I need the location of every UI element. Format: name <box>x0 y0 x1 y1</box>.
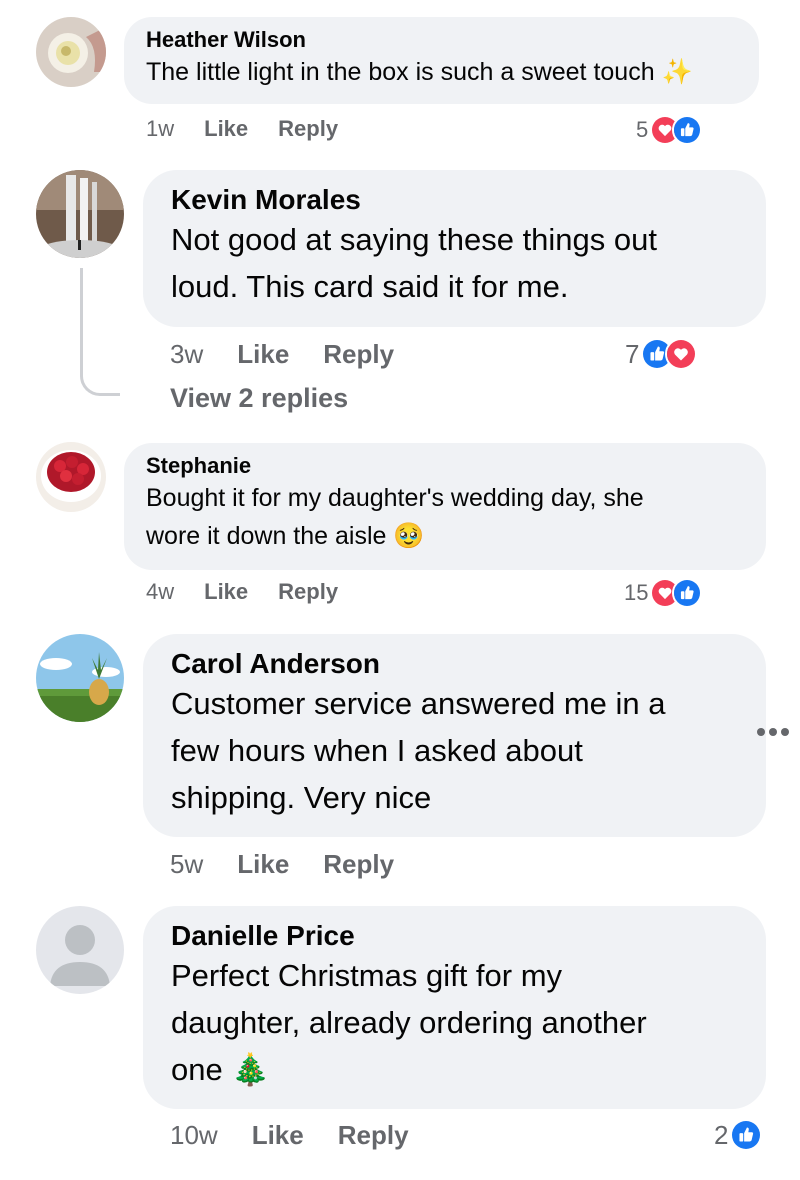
comment: Heather Wilson The little light in the b… <box>0 0 800 160</box>
reaction-count: 15 <box>624 580 649 605</box>
avatar[interactable] <box>36 17 106 87</box>
dot <box>781 728 789 736</box>
reaction-summary[interactable]: 5 <box>636 114 703 146</box>
christmas-tree-emoji: 🎄 <box>231 1052 270 1088</box>
comment: Danielle Price Perfect Christmas gift fo… <box>0 900 800 1180</box>
commenter-name[interactable]: Carol Anderson <box>171 648 738 680</box>
dot <box>757 728 765 736</box>
comment-text-line: Bought it for my daughter's wedding day,… <box>146 484 644 512</box>
dot <box>769 728 777 736</box>
comment: Carol Anderson Customer service answered… <box>0 620 800 900</box>
avatar[interactable] <box>36 170 124 258</box>
comment-text-line: daughter, already ordering another <box>171 1005 647 1040</box>
comment-actions: 5w Like Reply <box>170 848 394 880</box>
reaction-count: 2 <box>714 1119 729 1150</box>
like-button[interactable]: Like <box>204 116 248 142</box>
comment-text-line: wore it down the aisle 🥹 <box>146 521 425 550</box>
reply-button[interactable]: Reply <box>278 579 338 605</box>
comment-actions: 1w Like Reply <box>146 116 338 142</box>
comment-text-line: one 🎄 <box>171 1052 270 1088</box>
commenter-name[interactable]: Kevin Morales <box>171 184 738 216</box>
comment: Stephanie Bought it for my daughter's we… <box>0 430 800 620</box>
reply-button[interactable]: Reply <box>323 849 394 880</box>
like-button[interactable]: Like <box>237 339 289 370</box>
like-button[interactable]: Like <box>252 1120 304 1151</box>
reaction-summary[interactable]: 7 <box>625 337 698 371</box>
comment-actions: 3w Like Reply <box>170 338 394 370</box>
avatar[interactable] <box>36 906 124 994</box>
reaction-count: 7 <box>625 338 640 369</box>
pleading-face-emoji: 🥹 <box>393 521 425 550</box>
like-icon <box>730 1119 763 1151</box>
comment-time[interactable]: 10w <box>170 1120 218 1151</box>
reply-button[interactable]: Reply <box>323 339 394 370</box>
like-icon <box>672 578 703 608</box>
comment-bubble: Heather Wilson The little light in the b… <box>124 17 759 104</box>
comment-text-line: Not good at saying these things out <box>171 222 657 257</box>
comment-bubble: Kevin Morales Not good at saying these t… <box>143 170 766 327</box>
comment-actions: 10w Like Reply <box>170 1119 409 1151</box>
comment-bubble: Danielle Price Perfect Christmas gift fo… <box>143 906 766 1109</box>
commenter-name[interactable]: Danielle Price <box>171 920 738 952</box>
comment-text-line: few hours when I asked about <box>171 733 583 768</box>
comment-text: The little light in the box is such a sw… <box>146 57 693 86</box>
like-button[interactable]: Like <box>237 849 289 880</box>
like-button[interactable]: Like <box>204 579 248 605</box>
reaction-summary[interactable]: 2 <box>714 1118 763 1152</box>
commenter-name[interactable]: Stephanie <box>146 453 744 479</box>
comment-bubble: Carol Anderson Customer service answered… <box>143 634 766 837</box>
like-icon <box>672 115 703 145</box>
reaction-count: 5 <box>636 117 649 142</box>
avatar[interactable] <box>36 442 106 512</box>
comment-time[interactable]: 3w <box>170 339 203 370</box>
comment-time[interactable]: 1w <box>146 116 174 142</box>
sparkles-emoji: ✨ <box>661 57 693 86</box>
avatar[interactable] <box>36 634 124 722</box>
love-icon <box>665 338 698 370</box>
comment-time[interactable]: 5w <box>170 849 203 880</box>
comment: Kevin Morales Not good at saying these t… <box>0 160 800 430</box>
comment-text-line: Customer service answered me in a <box>171 686 666 721</box>
comment-text-line: Perfect Christmas gift for my <box>171 958 563 993</box>
view-replies-link[interactable]: View 2 replies <box>170 383 348 414</box>
comment-bubble: Stephanie Bought it for my daughter's we… <box>124 443 766 570</box>
more-options-icon[interactable] <box>757 722 791 742</box>
comment-actions: 4w Like Reply <box>146 579 338 605</box>
commenter-name[interactable]: Heather Wilson <box>146 27 737 53</box>
reply-button[interactable]: Reply <box>278 116 338 142</box>
thread-line <box>80 268 120 396</box>
comment-time[interactable]: 4w <box>146 579 174 605</box>
comment-text-line: loud. This card said it for me. <box>171 269 569 304</box>
reaction-summary[interactable]: 15 <box>624 577 703 609</box>
comment-text-line: shipping. Very nice <box>171 780 432 815</box>
reply-button[interactable]: Reply <box>338 1120 409 1151</box>
